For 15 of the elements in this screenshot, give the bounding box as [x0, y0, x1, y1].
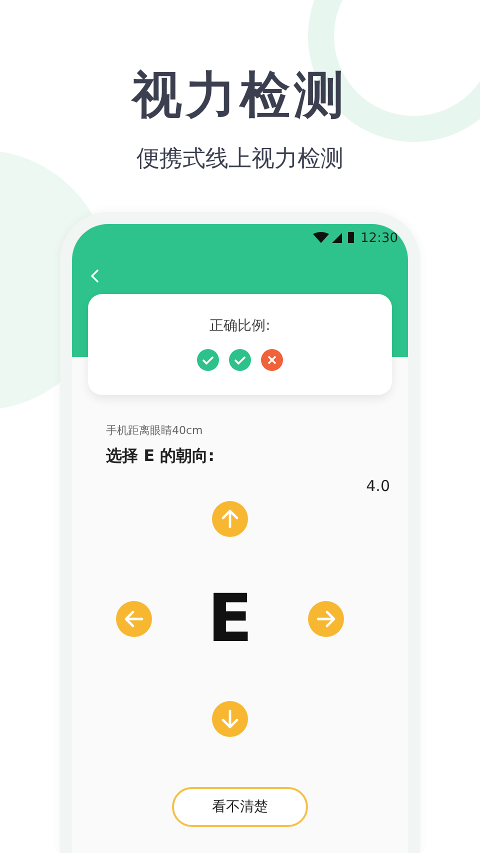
distance-hint: 手机距离眼睛40cm [106, 423, 204, 438]
acuity-value: 4.0 [366, 477, 390, 495]
optotype-e: E [207, 586, 253, 652]
headline-subtitle: 便携式线上视力检测 [136, 145, 344, 174]
arrow-button[interactable] [116, 601, 152, 637]
status-time: 12:30 [360, 230, 398, 246]
prompt-text: 选择 E 的朝向: [106, 446, 216, 467]
arrow-button[interactable] [308, 601, 344, 637]
result-label: 正确比例: [210, 317, 270, 335]
status-icons [312, 232, 355, 244]
cant-see-button[interactable]: 看不清楚 [172, 787, 308, 827]
arrow-button[interactable] [212, 701, 248, 737]
headline-title: 视力检测 [132, 65, 348, 126]
back-icon[interactable] [90, 268, 100, 284]
arrow-button[interactable] [212, 501, 248, 537]
